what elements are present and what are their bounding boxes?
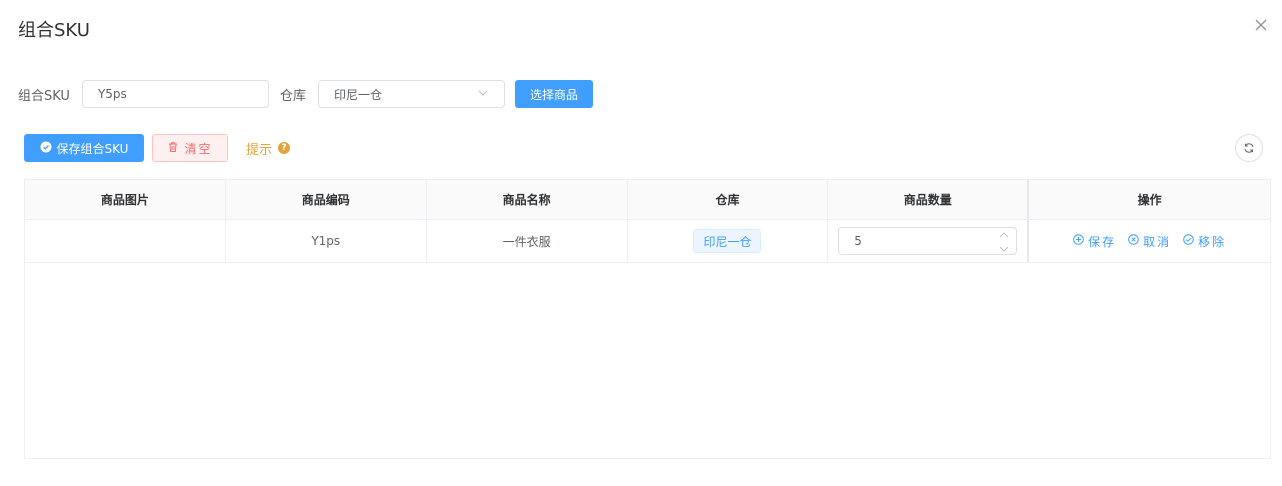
warehouse-cell: 印尼一仓 <box>628 220 829 262</box>
warehouse-select-value: 印尼一仓 <box>333 87 382 102</box>
column-header: 操作 <box>1137 193 1162 207</box>
warehouse-select[interactable]: 印尼一仓 <box>317 80 505 108</box>
close-icon[interactable] <box>1250 14 1272 36</box>
product-image-cell <box>25 220 226 262</box>
row-save-label: 保存 <box>1088 234 1117 249</box>
clear-button[interactable]: 清空 <box>152 134 228 162</box>
save-combo-sku-label: 保存组合SKU <box>56 141 129 156</box>
hint-label: 提示 <box>246 142 273 158</box>
save-combo-sku-button[interactable]: 保存组合SKU <box>24 134 144 162</box>
column-header: 商品名称 <box>427 180 628 219</box>
sku-label: 组合SKU <box>18 88 70 104</box>
column-header: 仓库 <box>628 180 829 219</box>
product-name-cell: 一件衣服 <box>427 220 628 262</box>
table-row: Y1ps 一件衣服 印尼一仓 5 保存 取消 移除 <box>25 220 1270 263</box>
delete-icon <box>167 141 179 156</box>
actions-cell: 保存 取消 移除 <box>1029 220 1270 262</box>
toolbar: 保存组合SKU 清空 提示 ? <box>24 134 291 162</box>
check-circle-icon <box>1183 234 1194 248</box>
row-remove-label: 移除 <box>1198 234 1227 249</box>
chevron-up-icon[interactable] <box>998 227 1010 241</box>
hint-link[interactable]: 提示 ? <box>246 139 291 158</box>
row-actions: 保存 取消 移除 <box>1073 233 1226 250</box>
close-circle-icon <box>1128 234 1139 248</box>
column-header: 商品图片 <box>25 180 226 219</box>
form-row: 组合SKU Y5ps 仓库 印尼一仓 选择商品 <box>18 80 593 108</box>
sku-input[interactable]: Y5ps <box>81 80 269 108</box>
warehouse-tag: 印尼一仓 <box>693 229 762 253</box>
warehouse-label: 仓库 <box>279 88 306 104</box>
column-header: 商品数量 <box>828 180 1030 219</box>
chevron-down-icon <box>477 87 489 102</box>
question-icon: ? <box>278 142 291 154</box>
dialog-title: 组合SKU <box>18 20 90 41</box>
check-circle-icon <box>40 141 52 156</box>
row-cancel-button[interactable]: 取消 <box>1128 233 1171 250</box>
select-product-button[interactable]: 选择商品 <box>514 80 593 108</box>
combo-sku-table: 商品图片 商品编码 商品名称 仓库 商品数量 操作 Y1ps 一件衣服 印尼一仓… <box>24 179 1271 459</box>
refresh-button[interactable] <box>1235 134 1263 162</box>
table-header: 商品图片 商品编码 商品名称 仓库 商品数量 操作 <box>25 180 1270 220</box>
quantity-cell: 5 <box>828 220 1030 262</box>
clear-label: 清空 <box>184 141 213 156</box>
row-remove-button[interactable]: 移除 <box>1183 233 1226 250</box>
row-cancel-label: 取消 <box>1143 234 1172 249</box>
quantity-value: 5 <box>854 234 862 248</box>
quantity-spin-buttons <box>998 227 1010 256</box>
column-header: 商品编码 <box>226 180 427 219</box>
quantity-stepper[interactable]: 5 <box>838 227 1018 256</box>
plus-circle-icon <box>1073 234 1084 248</box>
row-save-button[interactable]: 保存 <box>1073 233 1116 250</box>
product-code-cell: Y1ps <box>226 220 427 262</box>
chevron-down-icon[interactable] <box>998 242 1010 256</box>
refresh-icon <box>1243 139 1255 158</box>
